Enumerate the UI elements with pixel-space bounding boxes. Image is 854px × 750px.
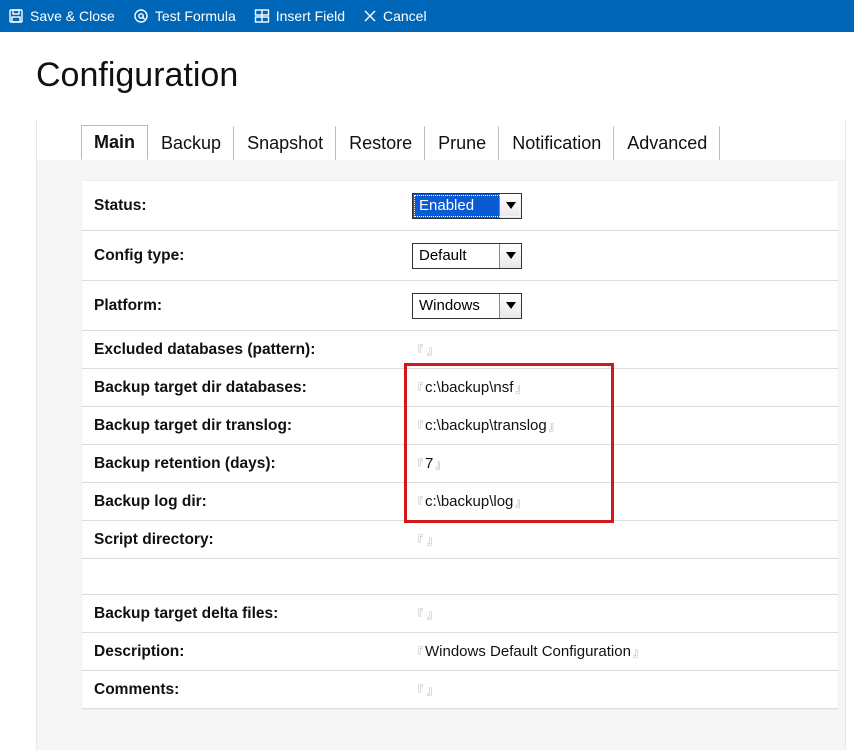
save-close-button[interactable]: Save & Close: [8, 8, 115, 24]
row-config-type: Config type: Default: [82, 231, 838, 281]
script-directory-field[interactable]: [412, 531, 438, 548]
row-backup-target-dir-databases: Backup target dir databases: c:\backup\n…: [82, 369, 838, 407]
label-status: Status:: [82, 197, 412, 215]
tab-main[interactable]: Main: [81, 125, 148, 160]
tab-prune[interactable]: Prune: [425, 126, 499, 160]
platform-value: Windows: [419, 297, 493, 314]
row-description: Description: Windows Default Configurati…: [82, 633, 838, 671]
insert-field-icon: [254, 8, 270, 24]
label-backup-log-dir: Backup log dir:: [82, 493, 412, 511]
label-backup-retention: Backup retention (days):: [82, 455, 412, 473]
row-backup-target-dir-translog: Backup target dir translog: c:\backup\tr…: [82, 407, 838, 445]
row-excluded-databases: Excluded databases (pattern):: [82, 331, 838, 369]
comments-field[interactable]: [412, 681, 438, 698]
chevron-down-icon: [499, 294, 521, 318]
at-icon: [133, 8, 149, 24]
spacer-row: [82, 559, 838, 595]
cancel-label: Cancel: [383, 8, 427, 24]
chevron-down-icon: [499, 194, 521, 218]
close-icon: [363, 9, 377, 23]
tab-notification[interactable]: Notification: [499, 126, 614, 160]
config-type-select[interactable]: Default: [412, 243, 522, 269]
label-config-type: Config type:: [82, 247, 412, 265]
label-comments: Comments:: [82, 681, 412, 699]
backup-target-dir-databases-field[interactable]: c:\backup\nsf: [412, 379, 526, 396]
label-platform: Platform:: [82, 297, 412, 315]
status-value: Enabled: [419, 197, 493, 214]
description-field[interactable]: Windows Default Configuration: [412, 643, 644, 660]
insert-field-button[interactable]: Insert Field: [254, 8, 345, 24]
toolbar: Save & Close Test Formula Insert Field C…: [0, 0, 854, 32]
row-backup-target-delta-files: Backup target delta files:: [82, 595, 838, 633]
backup-retention-field[interactable]: 7: [412, 455, 446, 472]
tab-snapshot[interactable]: Snapshot: [234, 126, 336, 160]
label-backup-target-delta-files: Backup target delta files:: [82, 605, 412, 623]
test-formula-label: Test Formula: [155, 8, 236, 24]
backup-target-delta-files-field[interactable]: [412, 605, 438, 622]
row-backup-log-dir: Backup log dir: c:\backup\log: [82, 483, 838, 521]
tab-bar: Main Backup Snapshot Restore Prune Notif…: [37, 119, 845, 160]
row-script-directory: Script directory:: [82, 521, 838, 559]
tab-backup[interactable]: Backup: [148, 126, 234, 160]
label-backup-target-dir-translog: Backup target dir translog:: [82, 417, 412, 435]
backup-log-dir-field[interactable]: c:\backup\log: [412, 493, 526, 510]
save-icon: [8, 8, 24, 24]
chevron-down-icon: [499, 244, 521, 268]
tab-advanced[interactable]: Advanced: [614, 126, 720, 160]
excluded-databases-field[interactable]: [412, 341, 438, 358]
row-comments: Comments:: [82, 671, 838, 709]
cancel-button[interactable]: Cancel: [363, 8, 427, 24]
save-close-label: Save & Close: [30, 8, 115, 24]
status-select[interactable]: Enabled: [412, 193, 522, 219]
label-script-directory: Script directory:: [82, 531, 412, 549]
test-formula-button[interactable]: Test Formula: [133, 8, 236, 24]
config-type-value: Default: [419, 247, 493, 264]
row-platform: Platform: Windows: [82, 281, 838, 331]
label-excluded-databases: Excluded databases (pattern):: [82, 341, 412, 359]
page-title: Configuration: [36, 56, 854, 95]
form-area: Status: Enabled Config type: Default Pla…: [81, 180, 839, 710]
row-status: Status: Enabled: [82, 181, 838, 231]
label-backup-target-dir-databases: Backup target dir databases:: [82, 379, 412, 397]
insert-field-label: Insert Field: [276, 8, 345, 24]
platform-select[interactable]: Windows: [412, 293, 522, 319]
tab-restore[interactable]: Restore: [336, 126, 425, 160]
config-panel: Main Backup Snapshot Restore Prune Notif…: [36, 119, 846, 750]
row-backup-retention: Backup retention (days): 7: [82, 445, 838, 483]
backup-target-dir-translog-field[interactable]: c:\backup\translog: [412, 417, 560, 434]
label-description: Description:: [82, 643, 412, 661]
